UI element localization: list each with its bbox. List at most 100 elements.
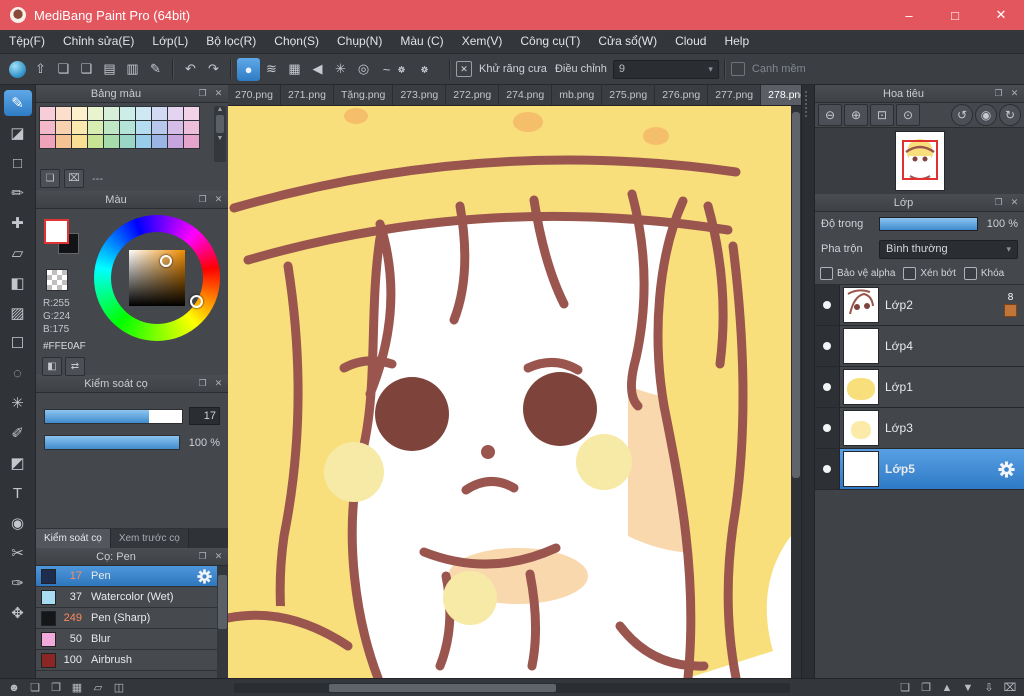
menu-file[interactable]: Tệp(F) (0, 30, 54, 53)
panel-float-icon[interactable]: ❐ (196, 378, 209, 389)
minimize-button[interactable]: – (886, 0, 932, 30)
new-layer-icon[interactable]: ❏ (896, 681, 914, 695)
brush-shape-circle-button[interactable]: ● (237, 57, 260, 81)
hue-selector[interactable] (190, 295, 203, 308)
panel-close-icon[interactable]: ✕ (1008, 197, 1021, 208)
soft-edge-checkbox[interactable] (730, 62, 745, 76)
account-icon[interactable]: ☻ (5, 681, 23, 695)
canvas-horizontal-scrollbar[interactable] (234, 682, 790, 693)
palette-swatch[interactable] (103, 106, 120, 121)
eyedropper-tool[interactable]: ✑ (4, 570, 32, 596)
palette-swatch[interactable] (135, 120, 152, 135)
rotate-left-button[interactable]: ↺ (951, 104, 973, 126)
menu-layer[interactable]: Lớp(L) (143, 30, 197, 53)
layer-visibility-toggle[interactable] (815, 367, 840, 407)
gradient-tool[interactable]: ▨ (4, 300, 32, 326)
adjust-select[interactable]: 9 ▾ (612, 59, 719, 79)
palette-swatch[interactable] (55, 106, 72, 121)
blend-mode-select[interactable]: Bình thường ▾ (879, 239, 1018, 259)
zoom-out-button[interactable]: ⊖ (818, 104, 842, 126)
palette-swatch[interactable] (119, 134, 136, 149)
palette-swatch[interactable] (135, 134, 152, 149)
brush-shape-target-button[interactable]: ◎ (352, 58, 375, 81)
canvas-vertical-scrollbar[interactable] (791, 106, 801, 678)
brush-shape-lines-button[interactable]: ≋ (260, 58, 283, 81)
panel-float-icon[interactable]: ❐ (196, 194, 209, 205)
duplicate-icon[interactable]: ❐ (47, 681, 65, 695)
brush-item[interactable]: 37 Watercolor (Wet) (36, 587, 228, 608)
brush-list-scrollbar[interactable] (217, 566, 228, 682)
menu-color[interactable]: Màu (C) (391, 30, 452, 53)
palette-swatch[interactable] (135, 106, 152, 121)
palette-swatch[interactable] (71, 106, 88, 121)
menu-tools[interactable]: Công cụ(T) (511, 30, 589, 53)
palette-swatch[interactable] (55, 120, 72, 135)
layer-thumbnail[interactable] (844, 288, 878, 322)
tab-brush-preview[interactable]: Xem trước cọ (110, 529, 189, 548)
scrollbar-thumb[interactable] (218, 575, 227, 629)
canvas-tab[interactable]: mb.png (552, 85, 603, 105)
canvas-tab[interactable]: 276.png (655, 85, 709, 105)
tab-brush-control[interactable]: Kiểm soát cọ (36, 529, 111, 548)
layer-row[interactable]: Lớp2 8 (815, 285, 1024, 326)
eraser-tool[interactable]: ◪ (4, 120, 32, 146)
layer-row-selected[interactable]: Lớp5 (815, 449, 1024, 490)
operation-tool[interactable]: ◉ (4, 510, 32, 536)
palette-scrollbar[interactable]: ▲ ▼ (214, 106, 226, 162)
reset-view-button[interactable]: ◉ (975, 104, 997, 126)
text-tool[interactable]: T (4, 480, 32, 506)
canvas-tab[interactable]: 272.png (446, 85, 500, 105)
sv-selector[interactable] (160, 255, 172, 267)
canvas-tab[interactable]: Tặng.png (333, 85, 394, 105)
move-tool[interactable]: ✚ (4, 210, 32, 236)
hand-tool[interactable]: ✥ (4, 600, 32, 626)
select-pen-tool[interactable]: ✐ (4, 420, 32, 446)
duplicate-layer-icon[interactable]: ❐ (917, 681, 935, 695)
canvas-tab[interactable]: 275.png (602, 85, 656, 105)
panel-float-icon[interactable]: ❐ (992, 88, 1005, 99)
panel-divider[interactable] (801, 85, 815, 678)
scrollbar-thumb[interactable] (216, 115, 224, 133)
palette-swatch[interactable] (87, 106, 104, 121)
layer-row[interactable]: Lớp1 (815, 367, 1024, 408)
menu-select[interactable]: Chọn(S) (265, 30, 328, 53)
layer-opacity-slider[interactable] (879, 217, 978, 231)
delete-swatch-button[interactable]: ⌧ (64, 169, 84, 188)
menu-window[interactable]: Cửa sổ(W) (589, 30, 666, 53)
swap-colors-button[interactable]: ⇄ (65, 357, 85, 376)
brush-settings-button[interactable] (398, 58, 421, 81)
palette-swatch[interactable] (167, 106, 184, 121)
zoom-in-button[interactable]: ⊕ (844, 104, 868, 126)
chat-button[interactable]: ❑ (75, 58, 98, 81)
layer-thumbnail[interactable] (844, 452, 878, 486)
menu-view[interactable]: Xem(V) (453, 30, 512, 53)
magic-wand-tool[interactable]: ✳ (4, 390, 32, 416)
canvas-tab[interactable]: 271.png (280, 85, 334, 105)
layer-visibility-toggle[interactable] (815, 408, 840, 448)
windows-icon[interactable]: ◫ (110, 681, 128, 695)
brush-item[interactable]: 249 Pen (Sharp) (36, 608, 228, 629)
brush-item[interactable]: 17 Pen (36, 566, 228, 587)
palette-swatch[interactable] (71, 134, 88, 149)
palette-swatch[interactable] (167, 134, 184, 149)
palette-swatch[interactable] (167, 120, 184, 135)
antialias-checkbox[interactable]: ✕ (456, 61, 472, 77)
palette-swatch[interactable] (55, 134, 72, 149)
clipping-checkbox[interactable] (903, 266, 917, 280)
pen-tool[interactable]: ✏ (4, 180, 32, 206)
brush-size-slider[interactable] (44, 408, 183, 424)
scroll-up-icon[interactable]: ▲ (217, 106, 224, 113)
navigator-thumbnail[interactable] (895, 132, 944, 190)
brush-shape-cross-button[interactable]: ✳ (329, 58, 352, 81)
scrollbar-thumb[interactable] (328, 683, 557, 692)
palette-swatch[interactable] (39, 134, 56, 149)
transparent-color-swatch[interactable] (46, 269, 68, 291)
scrollbar-thumb[interactable] (792, 111, 800, 478)
brush-tool[interactable]: ✎ (3, 90, 32, 116)
alpha-lock-checkbox[interactable] (820, 266, 833, 280)
foreground-color-swatch[interactable] (44, 219, 69, 244)
actual-size-button[interactable]: ⊙ (896, 104, 920, 126)
fit-screen-button[interactable]: ⊡ (870, 104, 894, 126)
palette-swatch[interactable] (39, 106, 56, 121)
folder-icon[interactable]: ▱ (89, 681, 107, 695)
